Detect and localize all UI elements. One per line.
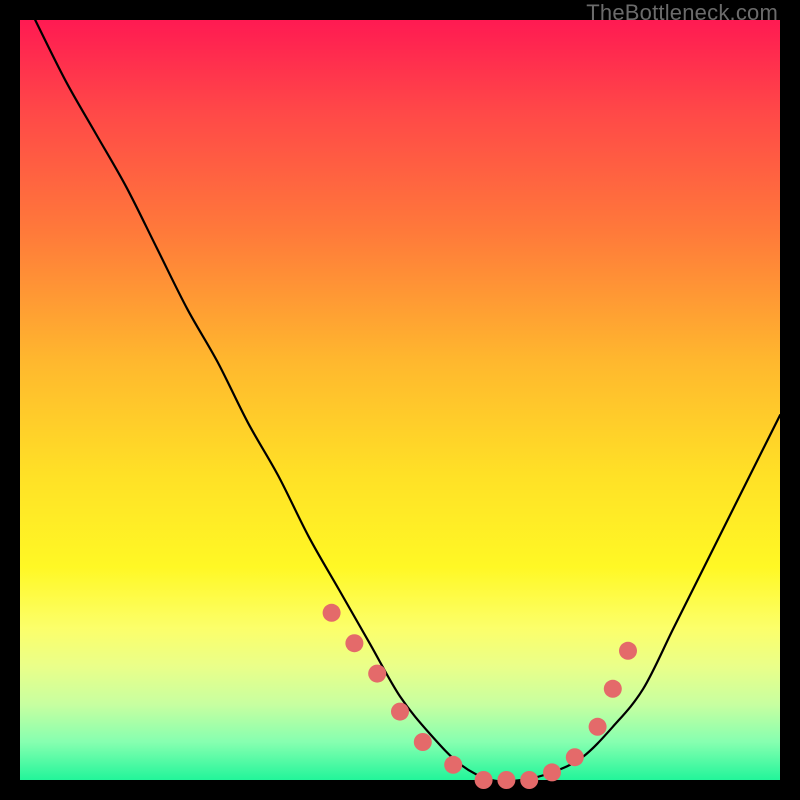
marker-dot bbox=[497, 771, 515, 789]
bottleneck-curve-path bbox=[35, 20, 780, 781]
marker-dot bbox=[619, 642, 637, 660]
plot-area bbox=[20, 20, 780, 780]
marker-dot bbox=[604, 680, 622, 698]
marker-dot bbox=[391, 703, 409, 721]
marker-dot bbox=[444, 756, 462, 774]
marker-dot bbox=[414, 733, 432, 751]
marker-dot bbox=[368, 665, 386, 683]
chart-frame: TheBottleneck.com bbox=[0, 0, 800, 800]
curve-svg bbox=[20, 20, 780, 780]
marker-dot bbox=[345, 634, 363, 652]
marker-dot bbox=[323, 604, 341, 622]
marker-dot bbox=[566, 748, 584, 766]
marker-dot bbox=[520, 771, 538, 789]
marker-group bbox=[323, 604, 637, 789]
marker-dot bbox=[475, 771, 493, 789]
marker-dot bbox=[589, 718, 607, 736]
marker-dot bbox=[543, 763, 561, 781]
